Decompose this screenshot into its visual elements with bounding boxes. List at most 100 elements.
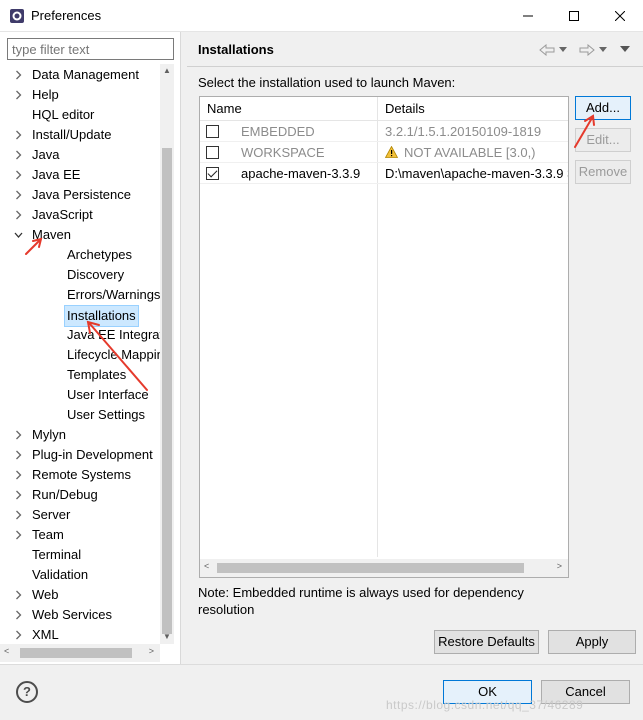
scroll-right-icon[interactable]: >	[557, 561, 562, 571]
tree-vertical-scrollbar[interactable]: ▲ ▼	[160, 64, 174, 644]
maximize-button[interactable]	[551, 0, 597, 32]
close-button[interactable]	[597, 0, 643, 32]
warning-icon	[385, 146, 398, 158]
chevron-right-icon[interactable]	[14, 525, 28, 545]
tree-item-hql-editor[interactable]: HQL editor	[0, 105, 160, 125]
chevron-right-icon[interactable]	[14, 605, 28, 625]
tree-item-data-management[interactable]: Data Management	[0, 65, 160, 85]
chevron-right-icon[interactable]	[14, 125, 28, 145]
installation-details-text: NOT AVAILABLE [3.0,)	[404, 145, 536, 160]
column-header-details[interactable]: Details	[385, 101, 425, 116]
chevron-right-icon[interactable]	[14, 465, 28, 485]
tree-item-label: Terminal	[32, 547, 82, 562]
chevron-right-icon[interactable]	[14, 445, 28, 465]
scroll-left-icon[interactable]: <	[4, 646, 9, 656]
chevron-right-icon[interactable]	[14, 185, 28, 205]
back-icon[interactable]	[539, 44, 555, 56]
tree-item-archetypes[interactable]: Archetypes	[0, 245, 160, 265]
table-row[interactable]: apache-maven-3.3.9 D:\maven\apache-maven-…	[200, 163, 568, 184]
scroll-down-icon[interactable]: ▼	[160, 630, 174, 644]
remove-button[interactable]: Remove	[575, 160, 631, 184]
installation-details: D:\maven\apache-maven-3.3.9 3	[385, 166, 568, 181]
chevron-right-icon[interactable]	[14, 205, 28, 225]
tree-item-maven[interactable]: Maven	[0, 225, 160, 245]
edit-button[interactable]: Edit...	[575, 128, 631, 152]
tree-item-label: Install/Update	[32, 127, 112, 142]
tree-horizontal-scrollbar[interactable]: < >	[0, 644, 160, 662]
tree-item-run-debug[interactable]: Run/Debug	[0, 485, 160, 505]
tree-item-lifecycle-mapping[interactable]: Lifecycle Mapping	[0, 345, 160, 365]
tree-item-discovery[interactable]: Discovery	[0, 265, 160, 285]
scroll-left-icon[interactable]: <	[204, 561, 209, 571]
installation-name: apache-maven-3.3.9	[241, 166, 361, 181]
table-row[interactable]: WORKSPACE NOT AVAILABLE [3.0,)	[200, 142, 568, 163]
tree-item-team[interactable]: Team	[0, 525, 160, 545]
installation-details: NOT AVAILABLE [3.0,)	[385, 145, 568, 160]
tree-item-label: User Interface	[67, 387, 149, 402]
view-menu-icon[interactable]	[620, 46, 630, 53]
tree-item-javascript[interactable]: JavaScript	[0, 205, 160, 225]
scrollbar-thumb[interactable]	[20, 648, 132, 658]
tree-item-user-settings[interactable]: User Settings	[0, 405, 160, 425]
tree-item-installations[interactable]: Installations	[0, 305, 160, 327]
chevron-right-icon[interactable]	[14, 425, 28, 445]
chevron-right-icon[interactable]	[14, 625, 28, 644]
tree-item-validation[interactable]: Validation	[0, 565, 160, 585]
chevron-down-icon[interactable]	[14, 225, 28, 245]
tree-item-web-services[interactable]: Web Services	[0, 605, 160, 625]
installation-checkbox[interactable]	[206, 167, 219, 180]
table-row[interactable]: EMBEDDED 3.2.1/1.5.1.20150109-1819	[200, 121, 568, 142]
tree-item-terminal[interactable]: Terminal	[0, 545, 160, 565]
forward-icon[interactable]	[579, 44, 595, 56]
chevron-right-icon[interactable]	[14, 65, 28, 85]
dialog-footer: ? OK Cancel https://blog.csdn.net/qq_37/…	[0, 664, 643, 720]
forward-menu-icon[interactable]	[599, 47, 607, 53]
add-button[interactable]: Add...	[575, 96, 631, 120]
tree-item-plug-in-development[interactable]: Plug-in Development	[0, 445, 160, 465]
installation-details-text: 3.2.1/1.5.1.20150109-1819	[385, 124, 542, 139]
tree-item-user-interface[interactable]: User Interface	[0, 385, 160, 405]
installations-table: Name Details EMBEDDED 3.2.1/1.5.1.2015010…	[199, 96, 569, 578]
scroll-up-icon[interactable]: ▲	[160, 64, 174, 78]
maximize-icon	[569, 11, 579, 21]
installation-checkbox[interactable]	[206, 125, 219, 138]
back-menu-icon[interactable]	[559, 47, 567, 53]
chevron-right-icon[interactable]	[14, 485, 28, 505]
restore-defaults-button[interactable]: Restore Defaults	[434, 630, 539, 654]
tree-item-templates[interactable]: Templates	[0, 365, 160, 385]
tree-item-label: Java	[32, 147, 60, 162]
instruction-label: Select the installation used to launch M…	[198, 75, 456, 90]
tree-item-label: Installations	[64, 305, 139, 327]
tree-item-install-update[interactable]: Install/Update	[0, 125, 160, 145]
minimize-button[interactable]	[505, 0, 551, 32]
tree-item-errors-warnings[interactable]: Errors/Warnings	[0, 285, 160, 305]
tree-item-web[interactable]: Web	[0, 585, 160, 605]
tree-item-mylyn[interactable]: Mylyn	[0, 425, 160, 445]
scrollbar-thumb[interactable]	[162, 148, 172, 634]
tree-item-label: Server	[32, 507, 71, 522]
tree-item-java-ee-integration[interactable]: Java EE Integration	[0, 325, 160, 345]
tree-item-help[interactable]: Help	[0, 85, 160, 105]
tree-item-java-ee[interactable]: Java EE	[0, 165, 160, 185]
tree-item-label: Run/Debug	[32, 487, 98, 502]
tree-item-java[interactable]: Java	[0, 145, 160, 165]
tree-item-remote-systems[interactable]: Remote Systems	[0, 465, 160, 485]
chevron-right-icon[interactable]	[14, 85, 28, 105]
eclipse-app-icon	[10, 9, 24, 23]
chevron-right-icon[interactable]	[14, 145, 28, 165]
chevron-right-icon[interactable]	[14, 505, 28, 525]
tree-item-java-persistence[interactable]: Java Persistence	[0, 185, 160, 205]
column-header-name[interactable]: Name	[207, 101, 242, 116]
tree-item-server[interactable]: Server	[0, 505, 160, 525]
chevron-right-icon[interactable]	[14, 165, 28, 185]
tree-item-xml[interactable]: XML	[0, 625, 160, 644]
watermark: https://blog.csdn.net/qq_37/46289	[386, 698, 584, 712]
installation-checkbox[interactable]	[206, 146, 219, 159]
chevron-right-icon[interactable]	[14, 585, 28, 605]
filter-input[interactable]	[7, 38, 174, 60]
apply-button[interactable]: Apply	[548, 630, 636, 654]
scrollbar-thumb[interactable]	[217, 563, 524, 573]
table-horizontal-scrollbar[interactable]: < >	[200, 559, 568, 577]
scroll-right-icon[interactable]: >	[149, 646, 154, 656]
help-icon[interactable]: ?	[16, 681, 38, 703]
